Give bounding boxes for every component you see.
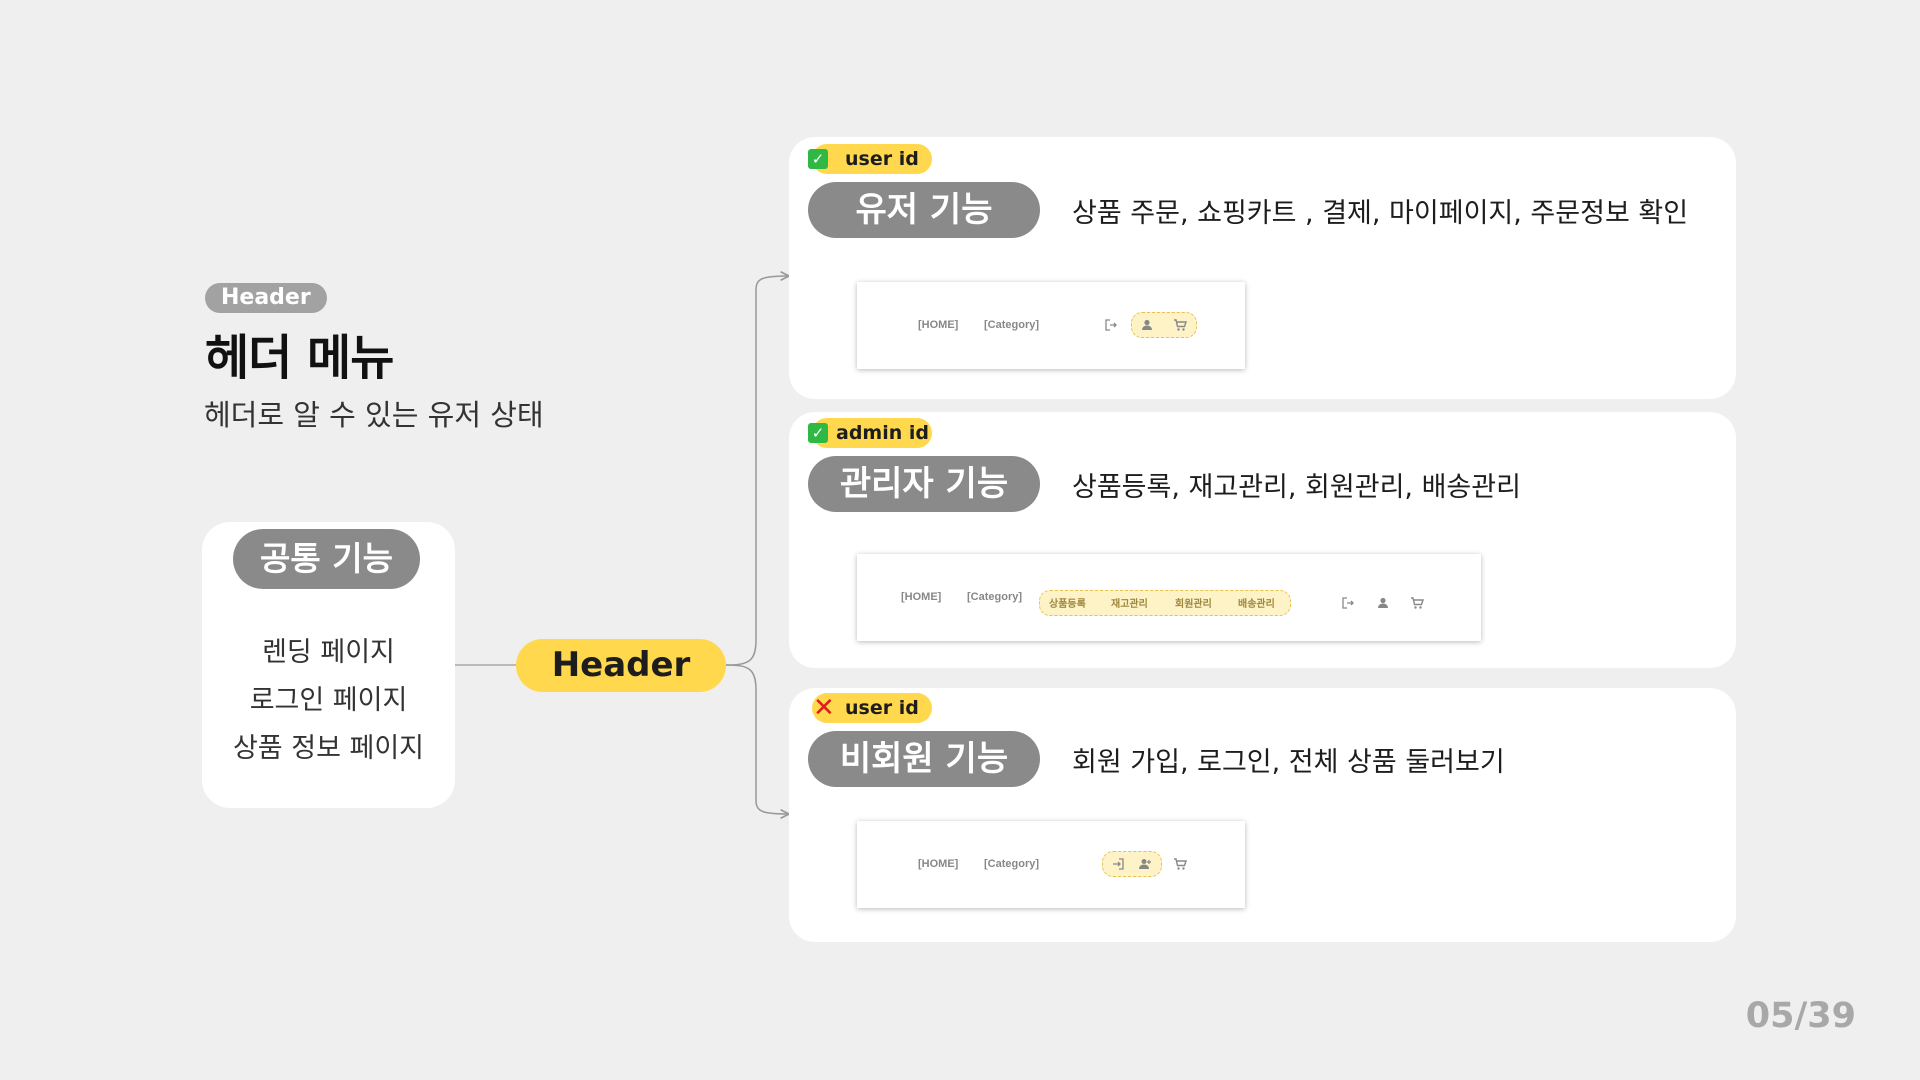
mock-home-link: [HOME]	[918, 319, 959, 331]
cart-icon	[1174, 858, 1187, 870]
common-features-label: 공통 기능	[233, 529, 420, 589]
check-icon: ✓	[808, 149, 828, 169]
admin-menu-inventory: 재고관리	[1111, 599, 1148, 610]
add-user-icon	[1139, 859, 1151, 869]
guest-header-mock: [HOME] [Category]	[857, 821, 1245, 908]
mock-home-link: [HOME]	[918, 858, 959, 870]
login-icon	[1113, 858, 1124, 870]
admin-menu-product-register: 상품등록	[1049, 599, 1086, 610]
user-header-mock: [HOME] [Category]	[857, 282, 1245, 369]
admin-menu-members: 회원관리	[1175, 599, 1212, 610]
user-id-tag: user id	[812, 144, 932, 174]
cart-icon	[1411, 597, 1424, 609]
admin-feature-label: 관리자 기능	[808, 456, 1040, 512]
cart-icon	[1174, 319, 1187, 331]
mock-home-link: [HOME]	[901, 591, 942, 603]
user-feature-description: 상품 주문, 쇼핑카트 , 결제, 마이페이지, 주문정보 확인	[1072, 198, 1689, 229]
cross-icon: ✕	[813, 693, 835, 723]
check-icon: ✓	[808, 423, 828, 443]
header-tag: Header	[205, 283, 327, 313]
common-item-product-info: 상품 정보 페이지	[232, 733, 425, 764]
mock-category-link: [Category]	[984, 319, 1040, 331]
common-item-login: 로그인 페이지	[249, 685, 408, 716]
page-title: 헤더 메뉴	[205, 330, 394, 386]
admin-menu-delivery: 배송관리	[1238, 599, 1275, 610]
logout-icon	[1342, 597, 1354, 609]
common-item-landing: 렌딩 페이지	[262, 637, 395, 668]
page-subtitle: 헤더로 알 수 있는 유저 상태	[204, 398, 544, 432]
header-node: Header	[516, 639, 726, 692]
mock-category-link: [Category]	[984, 858, 1040, 870]
user-icon	[1142, 319, 1152, 330]
page-number: 05/39	[1745, 996, 1856, 1036]
admin-id-tag: admin id	[812, 418, 932, 448]
guest-feature-label: 비회원 기능	[808, 731, 1040, 787]
admin-feature-description: 상품등록, 재고관리, 회원관리, 배송관리	[1072, 472, 1521, 503]
user-feature-label: 유저 기능	[808, 182, 1040, 238]
logout-icon	[1105, 319, 1117, 331]
admin-header-mock: [HOME] [Category] 상품등록 재고관리 회원관리 배송관리	[857, 554, 1481, 641]
user-icon	[1378, 597, 1388, 608]
mock-category-link: [Category]	[967, 591, 1023, 603]
guest-feature-description: 회원 가입, 로그인, 전체 상품 둘러보기	[1072, 747, 1505, 778]
